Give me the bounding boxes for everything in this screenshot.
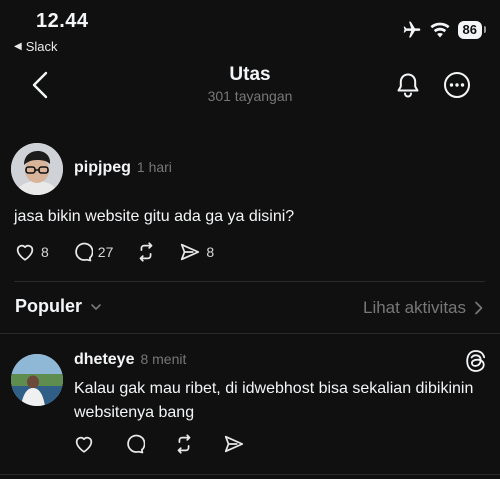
send-icon (224, 435, 244, 453)
sort-dropdown[interactable]: Populer (15, 296, 102, 317)
view-activity-link[interactable]: Lihat aktivitas (363, 298, 484, 318)
repost-icon (177, 434, 191, 454)
avatar-image (11, 354, 63, 406)
comment-icon (127, 434, 145, 454)
post-actions: 8 27 8 (14, 241, 236, 263)
heart-icon (75, 436, 93, 453)
post-time: 1 hari (136, 159, 172, 175)
post-header: pipjpeg 1 hari (74, 159, 172, 177)
reply-text-line-2: websitenya bang (74, 404, 195, 421)
reply-count: 27 (97, 244, 114, 260)
wifi-icon (429, 22, 450, 38)
reply-author[interactable]: dheteye (74, 351, 134, 368)
repost-button[interactable] (135, 241, 157, 263)
battery-indicator: 86 (457, 21, 487, 39)
reply-actions (73, 433, 267, 455)
divider (0, 474, 500, 475)
sort-label: Populer (15, 296, 83, 316)
send-icon (181, 243, 200, 261)
divider (14, 281, 485, 282)
repost-icon (140, 242, 153, 262)
reply-text-line-1: Kalau gak mau ribet, di idwebhost bisa s… (74, 380, 474, 397)
threads-icon (466, 350, 486, 372)
share-button[interactable]: 8 (179, 241, 214, 263)
reply-comment-button[interactable] (123, 433, 145, 455)
activity-label: Lihat aktivitas (363, 298, 466, 317)
reply-like-button[interactable] (73, 433, 95, 455)
bell-icon[interactable] (394, 71, 422, 99)
share-count: 8 (206, 244, 215, 260)
back-app-label: Slack (25, 39, 58, 54)
divider (0, 333, 500, 334)
back-to-app-link[interactable]: ◀ Slack (14, 39, 58, 54)
back-triangle-icon: ◀ (14, 41, 22, 52)
reply-header: dheteye 8 menit (74, 351, 186, 369)
like-count: 8 (41, 244, 49, 260)
like-button[interactable]: 8 (14, 241, 49, 263)
reply-share-button[interactable] (223, 433, 245, 455)
heart-icon (16, 244, 34, 261)
reply-button[interactable]: 27 (71, 241, 114, 263)
status-icons: 86 (402, 20, 487, 40)
comment-icon (75, 242, 93, 262)
reply-text: Kalau gak mau ribet, di idwebhost bisa s… (74, 377, 489, 425)
reply-time: 8 menit (140, 351, 187, 367)
view-count: 301 tayangan (207, 88, 293, 104)
author-avatar[interactable] (11, 143, 63, 195)
chevron-right-icon (475, 301, 483, 315)
page-title: Utas (229, 64, 271, 85)
status-time: 12.44 (36, 10, 89, 32)
post-text: jasa bikin website gitu ada ga ya disini… (14, 208, 295, 225)
airplane-icon (403, 21, 420, 38)
post-author[interactable]: pipjpeg (74, 159, 131, 176)
reply-author-avatar[interactable] (11, 354, 63, 406)
more-icon[interactable] (443, 71, 471, 99)
chevron-down-icon (91, 303, 101, 310)
reply-repost-button[interactable] (173, 433, 195, 455)
avatar-image (11, 143, 63, 195)
